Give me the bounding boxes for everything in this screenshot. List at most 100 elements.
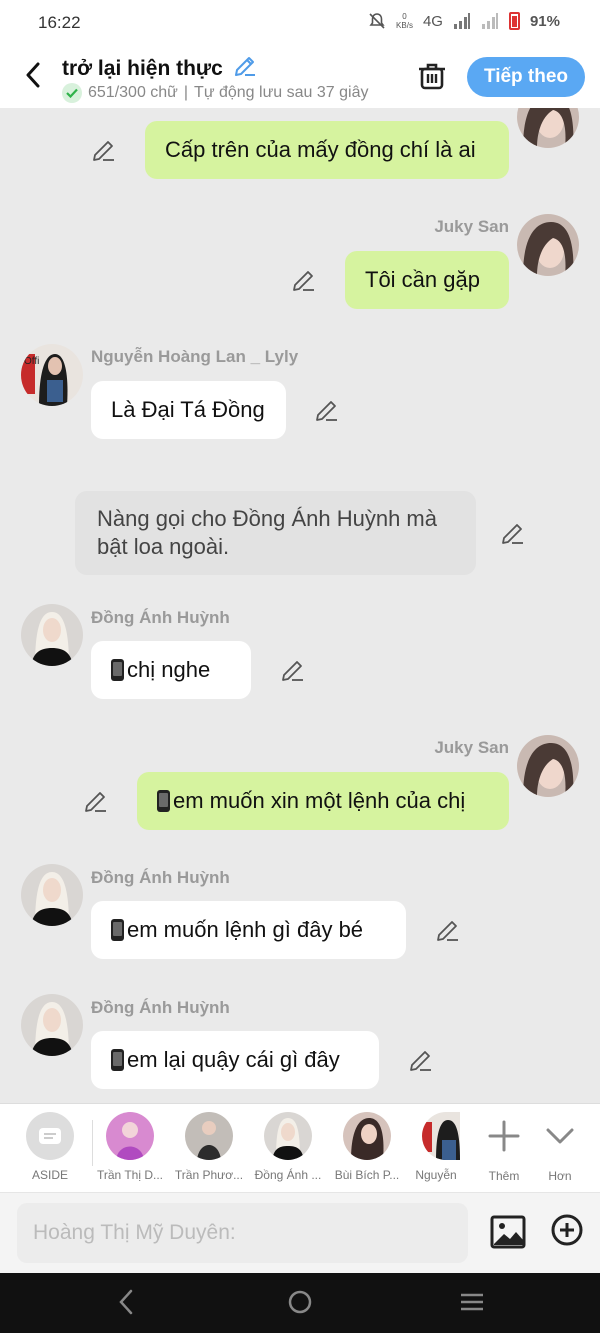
status-bar: 16:22 0 KB/s 4G 91%	[0, 0, 600, 46]
message-text: Là Đại Tá Đồng	[111, 397, 265, 422]
word-count: 651/300 chữ	[88, 84, 178, 101]
header: trở lại hiện thực 651/300 chữ | Tự động …	[0, 46, 600, 108]
delete-button[interactable]	[416, 60, 448, 97]
nav-back-icon	[119, 1289, 133, 1315]
svg-text:Offi: Offi	[24, 356, 39, 367]
avatar[interactable]	[21, 604, 83, 666]
back-button[interactable]	[18, 58, 48, 92]
add-button[interactable]	[550, 1213, 584, 1252]
network-speed: 0 KB/s	[396, 12, 413, 30]
edit-message-icon[interactable]	[500, 520, 526, 546]
message-text: Cấp trên của mấy đồng chí là ai	[165, 137, 476, 162]
character-name: Bùi Bích P...	[334, 1168, 400, 1182]
message-text: em muốn xin một lệnh của chị	[173, 788, 466, 813]
input-bar: Hoàng Thị Mỹ Duyên:	[0, 1193, 600, 1273]
add-label: Thêm	[488, 1169, 520, 1183]
edit-title-icon[interactable]	[233, 54, 257, 78]
message-bubble[interactable]: em muốn lệnh gì đây bé	[91, 901, 406, 959]
nav-home-button[interactable]	[286, 1287, 314, 1322]
character-name: Nguyễn	[415, 1168, 457, 1182]
status-icons: 0 KB/s 4G 91%	[368, 12, 560, 30]
avatar[interactable]	[21, 994, 83, 1056]
expand-button[interactable]: Hơn	[530, 1112, 590, 1183]
edit-message-icon[interactable]	[314, 397, 340, 423]
next-button[interactable]: Tiếp theo	[467, 57, 585, 97]
character-bar: ASIDE Trần Thị D... Trần Phươ... Đồng Án…	[0, 1103, 600, 1193]
sender-name: Nguyễn Hoàng Lan _ Lyly	[91, 347, 299, 366]
avatar[interactable]	[517, 214, 579, 276]
image-icon	[490, 1215, 526, 1249]
phone-icon	[111, 919, 124, 941]
battery-icon	[508, 12, 520, 30]
sender-name: Juky San	[434, 217, 509, 236]
autosave-text: Tự động lưu sau 37 giây	[194, 84, 369, 101]
character-avatar	[106, 1112, 154, 1160]
character-avatar	[264, 1112, 312, 1160]
narration-text: Nàng gọi cho Đồng Ánh Huỳnh mà bật loa n…	[97, 506, 437, 559]
sender-name: Đồng Ánh Huỳnh	[91, 998, 230, 1017]
edit-message-icon[interactable]	[91, 137, 117, 163]
message-bubble[interactable]: chị nghe	[91, 641, 251, 699]
edit-message-icon[interactable]	[291, 267, 317, 293]
avatar[interactable]	[21, 864, 83, 926]
avatar[interactable]	[517, 735, 579, 797]
character-item[interactable]: Nguyễn	[408, 1112, 464, 1182]
character-item[interactable]: Trần Thị D...	[92, 1112, 168, 1182]
message-text: em muốn lệnh gì đây bé	[127, 917, 364, 942]
message-text: em lại quậy cái gì đây	[127, 1047, 340, 1072]
character-name: Trần Thị D...	[96, 1168, 164, 1182]
plus-icon	[488, 1120, 520, 1152]
sender-name: Juky San	[434, 738, 509, 757]
character-aside[interactable]: ASIDE	[12, 1112, 88, 1182]
story-title[interactable]: trở lại hiện thực	[62, 54, 257, 81]
message-bubble[interactable]: Tôi cần gặp	[345, 251, 509, 309]
message-input[interactable]: Hoàng Thị Mỹ Duyên:	[17, 1203, 468, 1263]
nav-recents-button[interactable]	[458, 1287, 486, 1322]
edit-message-icon[interactable]	[280, 657, 306, 683]
character-item[interactable]: Bùi Bích P...	[329, 1112, 405, 1182]
input-placeholder: Hoàng Thị Mỹ Duyên:	[33, 1221, 236, 1244]
system-nav-bar	[0, 1273, 600, 1333]
signal-2-icon	[481, 13, 498, 29]
aside-icon	[26, 1112, 74, 1160]
message-text: chị nghe	[127, 657, 211, 682]
character-name: Trần Phươ...	[174, 1168, 244, 1182]
message-bubble[interactable]: em muốn xin một lệnh của chị	[137, 772, 509, 830]
story-title-text: trở lại hiện thực	[62, 57, 223, 80]
message-text: Tôi cần gặp	[365, 267, 480, 292]
battery-level: 91%	[529, 12, 560, 30]
save-status: 651/300 chữ | Tự động lưu sau 37 giây	[62, 83, 368, 103]
character-avatar	[422, 1112, 460, 1160]
avatar[interactable]	[517, 108, 579, 148]
trash-icon	[419, 63, 445, 90]
status-time: 16:22	[38, 13, 81, 32]
nav-back-button[interactable]	[114, 1287, 138, 1322]
avatar[interactable]: Offi	[21, 344, 83, 406]
character-avatar	[185, 1112, 233, 1160]
menu-icon	[461, 1293, 483, 1311]
narration-bubble[interactable]: Nàng gọi cho Đồng Ánh Huỳnh mà bật loa n…	[75, 491, 476, 575]
character-item[interactable]: Trần Phươ...	[171, 1112, 247, 1182]
sender-name: Đồng Ánh Huỳnh	[91, 868, 230, 887]
character-item[interactable]: Đồng Ánh ...	[250, 1112, 326, 1182]
mute-bell-icon	[369, 13, 385, 29]
edit-message-icon[interactable]	[83, 788, 109, 814]
character-avatar	[343, 1112, 391, 1160]
message-bubble[interactable]: Là Đại Tá Đồng	[91, 381, 286, 439]
edit-message-icon[interactable]	[408, 1047, 434, 1073]
expand-label: Hơn	[548, 1169, 572, 1183]
chevron-down-icon	[546, 1128, 574, 1144]
character-name: ASIDE	[31, 1168, 68, 1182]
message-bubble[interactable]: Cấp trên của mấy đồng chí là ai	[145, 121, 509, 179]
phone-icon	[111, 659, 124, 681]
image-button[interactable]	[490, 1215, 526, 1254]
add-character-button[interactable]: Thêm	[474, 1112, 534, 1183]
edit-message-icon[interactable]	[435, 917, 461, 943]
check-icon	[62, 83, 82, 103]
chat-area[interactable]: Cấp trên của mấy đồng chí là ai Juky San…	[0, 108, 600, 1103]
character-name: Đồng Ánh ...	[254, 1168, 322, 1182]
message-bubble[interactable]: em lại quậy cái gì đây	[91, 1031, 379, 1089]
sender-name: Đồng Ánh Huỳnh	[91, 608, 230, 627]
separator: |	[183, 84, 189, 101]
network-type: 4G	[422, 12, 443, 30]
